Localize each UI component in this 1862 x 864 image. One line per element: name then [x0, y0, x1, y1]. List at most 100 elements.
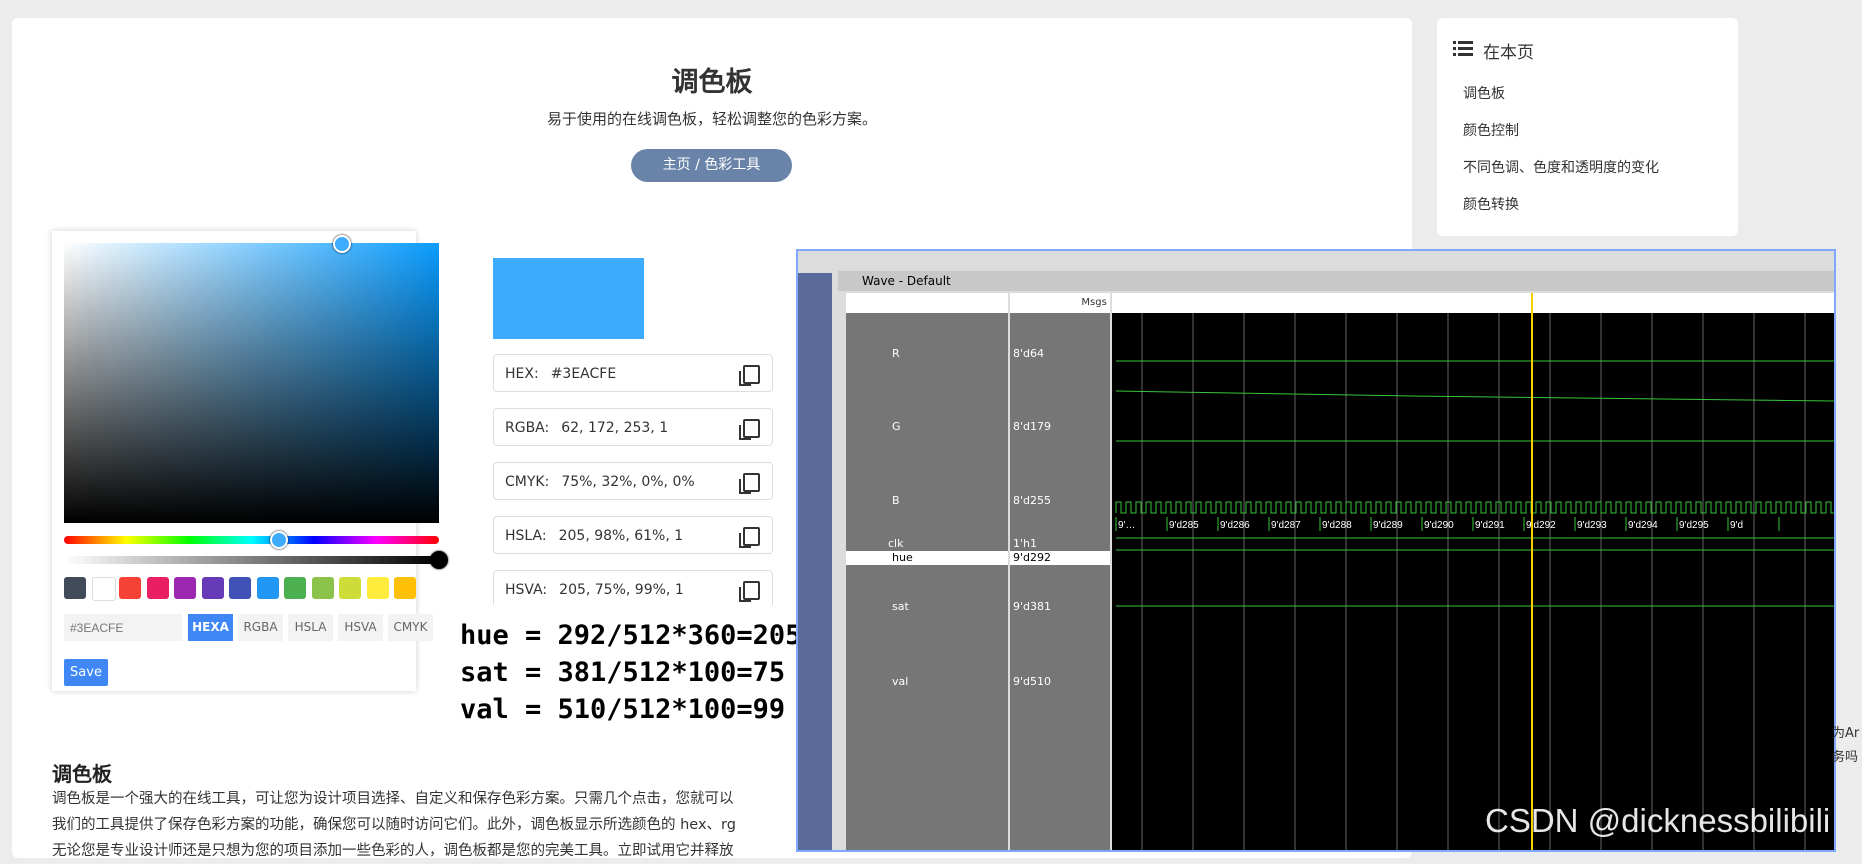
signal-name-G[interactable]: G: [846, 420, 1008, 434]
format-tab-hsva[interactable]: HSVA: [338, 614, 383, 641]
breadcrumb[interactable]: 主页 / 色彩工具: [631, 149, 792, 182]
toc-card: 在本页 调色板 颜色控制 不同色调、色度和透明度的变化 颜色转换: [1437, 18, 1738, 236]
wave-title: Wave - Default: [862, 274, 951, 288]
hue-bus-label: 9'…: [1118, 520, 1135, 531]
names-header: [846, 293, 1008, 313]
hue-bus-label: 9'd: [1730, 520, 1743, 531]
alpha-slider[interactable]: [64, 556, 439, 564]
hue-bus-label: 9'd286: [1220, 520, 1250, 531]
tool-sidebar: [798, 273, 832, 850]
color-swatch[interactable]: [91, 577, 116, 601]
toc-item-variations[interactable]: 不同色调、色度和透明度的变化: [1463, 157, 1659, 177]
section-heading: 调色板: [52, 762, 112, 786]
article-line-3: 无论您是专业设计师还是只想为您的项目添加一些色彩的人，调色板都是您的完美工具。立…: [52, 843, 734, 859]
toc-item-palette[interactable]: 调色板: [1463, 83, 1505, 103]
waveform-pane[interactable]: 9'… 9'd285 9'd286 9'd287 9'd288 9'd289 9'd290 9…: [1112, 293, 1834, 850]
value-text: 205, 75%, 99%, 1: [559, 582, 684, 598]
copy-icon[interactable]: [739, 527, 760, 548]
value-label: HEX:: [505, 366, 539, 382]
toc-title: 在本页: [1483, 43, 1534, 63]
value-row-cmyk: CMYK: 75%, 32%, 0%, 0%: [493, 462, 773, 500]
alpha-handle[interactable]: [430, 551, 448, 569]
value-text: 205, 98%, 61%, 1: [558, 528, 684, 544]
hue-bus-label: 9'd293: [1577, 520, 1607, 531]
value-label: HSLA:: [505, 528, 547, 544]
value-row-rgba: RGBA: 62, 172, 253, 1: [493, 408, 773, 446]
value-row-hsva: HSVA: 205, 75%, 99%, 1: [493, 570, 773, 608]
copy-icon[interactable]: [739, 365, 760, 386]
signal-name-val[interactable]: val: [846, 675, 1008, 689]
watermark: CSDN @dicknessbilibili: [1485, 802, 1831, 839]
copy-icon[interactable]: [739, 419, 760, 440]
hue-bus-label: 9'd295: [1679, 520, 1709, 531]
hue-bus-label: 9'd289: [1373, 520, 1403, 531]
color-preview: [493, 258, 644, 339]
color-picker: HEXARGBAHSLAHSVACMYK Save: [52, 231, 448, 691]
value-row-hex: HEX: #3EACFE: [493, 354, 773, 392]
signal-value-sat: 9'd381: [1013, 600, 1052, 613]
color-swatch[interactable]: [339, 577, 361, 599]
hex-input[interactable]: [64, 614, 182, 641]
color-swatch[interactable]: [256, 577, 279, 599]
value-label: CMYK:: [505, 474, 550, 490]
copy-icon[interactable]: [739, 581, 760, 602]
sv-handle[interactable]: [333, 235, 351, 253]
color-swatch[interactable]: [284, 577, 306, 599]
copy-icon[interactable]: [739, 473, 760, 494]
value-text: 75%, 32%, 0%, 0%: [561, 474, 695, 490]
article-line-1: 调色板是一个强大的在线工具，可让您为设计项目选择、自定义和保存色彩方案。只需几个…: [52, 791, 734, 807]
color-swatch[interactable]: [146, 577, 169, 599]
signal-value-val: 9'd510: [1013, 675, 1052, 688]
color-swatch[interactable]: [394, 577, 416, 599]
save-button[interactable]: Save: [64, 659, 108, 686]
signal-name-clk[interactable]: clk: [846, 537, 1008, 551]
formula-line-sat: sat = 381/512*100=75: [460, 657, 786, 688]
signal-name-hue[interactable]: hue: [846, 551, 1008, 565]
hue-slider[interactable]: [64, 536, 439, 544]
wave-title-bar: Wave - Default: [838, 271, 1834, 291]
signal-value-B: 8'd255: [1013, 494, 1052, 507]
color-swatch[interactable]: [311, 577, 334, 599]
format-tab-hexa[interactable]: HEXA: [188, 614, 233, 641]
list-icon: [1453, 40, 1473, 56]
wave-G: [1115, 390, 1834, 402]
hue-bus-label: 9'd285: [1169, 520, 1199, 531]
edge-text-1: 为Ar: [1832, 726, 1860, 741]
color-swatch[interactable]: [201, 577, 224, 599]
color-swatch[interactable]: [366, 577, 389, 599]
hue-bus-label: 9'd294: [1628, 520, 1658, 531]
msgs-header: Msgs: [1010, 293, 1110, 313]
value-label: RGBA:: [505, 420, 550, 436]
signal-name-B[interactable]: B: [846, 494, 1008, 508]
color-swatch[interactable]: [174, 577, 196, 599]
toc-item-conversion[interactable]: 颜色转换: [1463, 194, 1519, 214]
formula-line-hue: hue = 292/512*360=205: [460, 620, 802, 651]
format-tab-rgba[interactable]: RGBA: [238, 614, 283, 641]
signal-names-pane: [846, 293, 1008, 850]
formula-overlay: hue = 292/512*360=205 sat = 381/512*100=…: [448, 605, 829, 738]
color-swatch[interactable]: [64, 577, 86, 599]
color-swatch[interactable]: [119, 577, 141, 599]
formula-line-val: val = 510/512*100=99: [460, 694, 786, 725]
value-text: 62, 172, 253, 1: [561, 420, 669, 436]
signal-values-pane: [1010, 293, 1110, 850]
value-row-hsla: HSLA: 205, 98%, 61%, 1: [493, 516, 773, 554]
format-tab-cmyk[interactable]: CMYK: [388, 614, 433, 641]
color-swatch[interactable]: [229, 577, 251, 599]
value-text: #3EACFE: [550, 366, 617, 382]
format-tab-hsla[interactable]: HSLA: [288, 614, 333, 641]
signal-name-sat[interactable]: sat: [846, 600, 1008, 614]
hue-bus-label: 9'd291: [1475, 520, 1505, 531]
toc-item-controls[interactable]: 颜色控制: [1463, 120, 1519, 140]
hue-handle[interactable]: [270, 531, 288, 549]
saturation-value-area[interactable]: [64, 243, 439, 523]
wave-window: Wave - Default 9'… 9'd285 9'd286 9'd287 9'd2…: [796, 249, 1836, 852]
msgs-label: Msgs: [1081, 297, 1107, 308]
hue-bus-label: 9'd287: [1271, 520, 1301, 531]
article-line-2: 我们的工具提供了保存色彩方案的功能，确保您可以随时访问它们。此外，调色板显示所选…: [52, 817, 736, 833]
signal-value-R: 8'd64: [1013, 347, 1045, 360]
page-title: 调色板: [671, 67, 753, 98]
signal-name-R[interactable]: R: [846, 347, 1008, 361]
value-label: HSVA:: [505, 582, 548, 598]
page-subtitle: 易于使用的在线调色板，轻松调整您的色彩方案。: [546, 110, 877, 128]
